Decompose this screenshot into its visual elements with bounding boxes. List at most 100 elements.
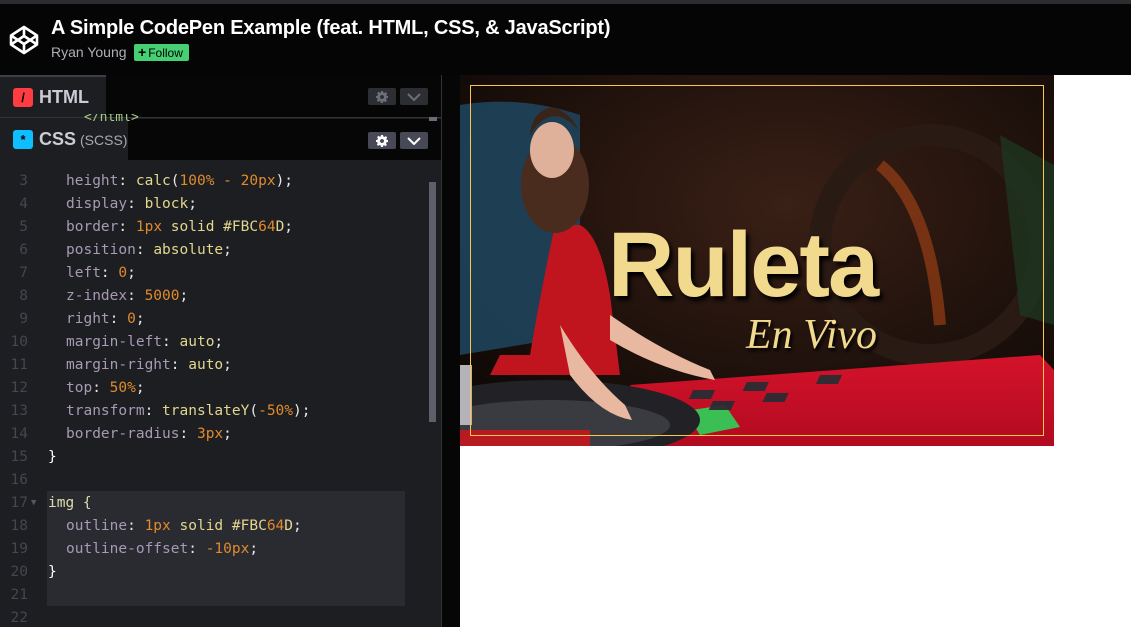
code-line[interactable]: 18 outline: 1px solid #FBC64D; [0, 515, 430, 538]
css-code-editor[interactable]: 3 height: calc(100% - 20px); 4 display: blo… [0, 170, 430, 630]
css-declaration: border-radius: 3px; [66, 423, 232, 446]
css-property: display [66, 196, 128, 212]
css-selector-line: } [48, 564, 57, 580]
follow-button[interactable]: + Follow [134, 44, 189, 61]
fold-arrow-icon[interactable]: ▼ [31, 492, 36, 515]
css-icon: * [13, 130, 33, 149]
line-number: 18 [10, 518, 28, 534]
preview-pane: Ruleta En Vivo [460, 75, 1131, 627]
line-number: 3 [19, 173, 28, 189]
css-property: left [66, 265, 101, 281]
css-value: calc(100% - 20px); [135, 173, 294, 189]
colon: : [127, 288, 145, 304]
css-property: border-radius [66, 426, 180, 442]
css-property: position [66, 242, 136, 258]
css-value: 5000; [144, 288, 189, 304]
code-line[interactable]: 10 margin-left: auto; [0, 331, 430, 354]
code-line[interactable]: 5 border: 1px solid #FBC64D; [0, 216, 430, 239]
css-value: 0; [118, 265, 136, 281]
chevron-down-icon [407, 136, 421, 145]
css-property: outline [66, 518, 128, 534]
line-number: 12 [10, 380, 28, 396]
css-property: margin-left [66, 334, 163, 350]
pen-title: A Simple CodePen Example (feat. HTML, CS… [51, 17, 611, 39]
line-number: 4 [19, 196, 28, 212]
ruleta-banner-image: Ruleta En Vivo [460, 75, 1054, 446]
css-selector-line: } [48, 449, 57, 465]
code-line[interactable]: 7 left: 0; [0, 262, 430, 285]
css-property: margin-right [66, 357, 171, 373]
css-collapse-button[interactable] [400, 132, 428, 149]
html-collapse-button[interactable] [400, 88, 428, 105]
css-declaration: outline-offset: -10px; [66, 538, 258, 561]
chevron-down-icon [407, 92, 421, 101]
line-number: 9 [19, 311, 28, 327]
css-declaration: margin-left: auto; [66, 331, 223, 354]
tab-html-label: HTML [39, 86, 89, 107]
css-value: -10px; [205, 541, 259, 557]
line-number: 7 [19, 265, 28, 281]
code-line[interactable]: 3 height: calc(100% - 20px); [0, 170, 430, 193]
css-declaration: display: block; [66, 193, 197, 216]
colon: : [188, 541, 206, 557]
css-value: translateY(-50%); [162, 403, 311, 419]
tab-css[interactable]: * CSS (SCSS) [0, 119, 128, 160]
line-number: 5 [19, 219, 28, 235]
pane-resizer[interactable] [441, 75, 460, 627]
code-line[interactable]: 17 ▼ img { [0, 492, 430, 515]
colon: : [118, 219, 136, 235]
code-line[interactable]: 15} [0, 446, 430, 469]
css-scrollbar[interactable] [429, 182, 436, 422]
tab-css-label: CSS [39, 129, 77, 149]
css-declaration: border: 1px solid #FBC64D; [66, 216, 293, 239]
colon: : [127, 196, 145, 212]
code-line[interactable]: 13 transform: translateY(-50%); [0, 400, 430, 423]
line-number: 14 [10, 426, 28, 442]
line-number: 6 [19, 242, 28, 258]
author-link[interactable]: Ryan Young [51, 44, 127, 60]
css-property: outline-offset [66, 541, 189, 557]
html-settings-button[interactable] [368, 88, 396, 105]
css-declaration: outline: 1px solid #FBC64D; [66, 515, 302, 538]
code-line[interactable]: 4 display: block; [0, 193, 430, 216]
code-line[interactable]: 9 right: 0; [0, 308, 430, 331]
code-line[interactable]: 16 [0, 469, 430, 492]
colon: : [144, 403, 163, 419]
line-number: 21 [10, 587, 28, 603]
css-declaration: margin-right: auto; [66, 354, 232, 377]
code-line[interactable]: 12 top: 50%; [0, 377, 430, 400]
css-property: top [66, 380, 93, 396]
html-code-peek: </html> [84, 114, 139, 121]
line-number: 17 [10, 495, 28, 511]
html-icon: / [13, 87, 33, 107]
css-value: auto; [179, 334, 224, 350]
css-value: 1px solid #FBC64D; [135, 219, 294, 235]
code-line[interactable]: 6 position: absolute; [0, 239, 430, 262]
css-declaration: left: 0; [66, 262, 136, 285]
colon: : [170, 357, 189, 373]
line-number: 16 [10, 472, 28, 488]
code-line[interactable]: 21 [0, 584, 430, 607]
follow-label: Follow [148, 46, 183, 60]
css-settings-button[interactable] [368, 132, 396, 149]
code-line[interactable]: 20} [0, 561, 430, 584]
colon: : [118, 173, 136, 189]
code-line[interactable]: 11 margin-right: auto; [0, 354, 430, 377]
css-property: z-index [66, 288, 128, 304]
codepen-logo-icon[interactable] [8, 24, 40, 56]
code-line[interactable]: 8 z-index: 5000; [0, 285, 430, 308]
code-line[interactable]: 14 border-radius: 3px; [0, 423, 430, 446]
tab-html[interactable]: / HTML [0, 75, 106, 117]
html-scrollbar[interactable] [429, 117, 437, 121]
css-declaration: z-index: 5000; [66, 285, 188, 308]
colon: : [162, 334, 180, 350]
css-value: 3px; [196, 426, 232, 442]
code-line[interactable]: 19 outline-offset: -10px; [0, 538, 430, 561]
css-declaration: position: absolute; [66, 239, 232, 262]
gear-icon [376, 90, 388, 103]
css-value: 1px solid #FBC64D; [144, 518, 302, 534]
css-declaration: right: 0; [66, 308, 145, 331]
colon: : [127, 518, 145, 534]
css-declaration: height: calc(100% - 20px); [66, 170, 293, 193]
pen-header: A Simple CodePen Example (feat. HTML, CS… [0, 4, 1131, 75]
